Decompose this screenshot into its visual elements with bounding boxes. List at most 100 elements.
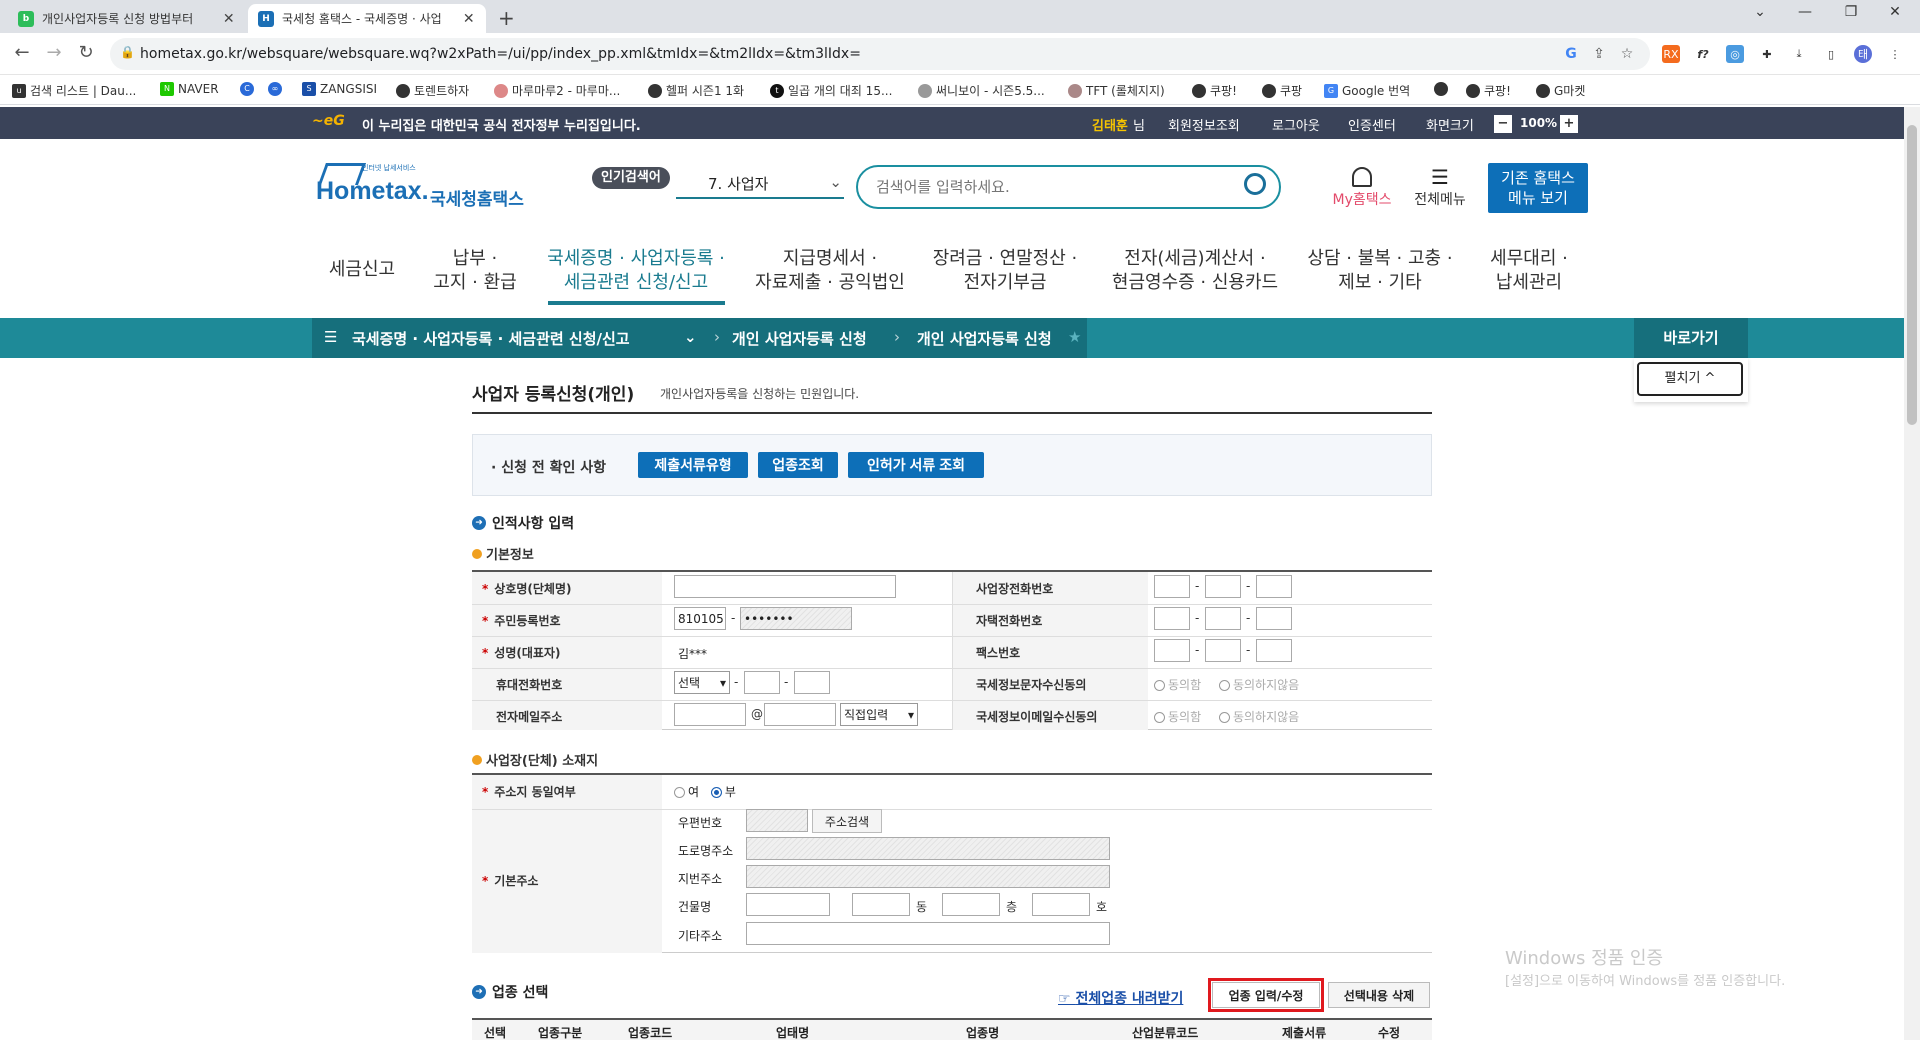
google-translate-icon[interactable]: G	[1560, 46, 1582, 62]
bookmark-item[interactable]: 쿠팡!	[1466, 82, 1511, 99]
gnb-statement[interactable]: 지급명세서 · 자료제출 · 공익법인	[750, 247, 910, 295]
breadcrumb-level1[interactable]: 국세증명 · 사업자등록 · 세금관련 신청/신고	[352, 328, 630, 349]
forward-arrow-icon[interactable]: →	[42, 42, 66, 63]
biz-phone-area-input[interactable]	[1154, 575, 1190, 598]
home-phone-last-input[interactable]	[1256, 607, 1292, 630]
cert-center-link[interactable]: 인증센터	[1348, 115, 1396, 134]
bookmark-item[interactable]	[1434, 82, 1448, 96]
download-all-industries-link[interactable]: ☞ 전체업종 내려받기	[1058, 988, 1183, 1008]
fax-area-input[interactable]	[1154, 639, 1190, 662]
close-tab-icon[interactable]: ✕	[222, 11, 236, 27]
reload-icon[interactable]: ↻	[74, 42, 98, 63]
profile-avatar-icon[interactable]: 태	[1854, 45, 1872, 63]
old-hometax-button[interactable]: 기존 홈택스 메뉴 보기	[1488, 163, 1588, 213]
etc-address-input[interactable]	[746, 922, 1110, 945]
same-yes-radio[interactable]	[674, 787, 685, 798]
building-floor-input[interactable]	[942, 893, 1000, 916]
bookmark-item[interactable]: TFT (롤체지지)	[1068, 82, 1165, 99]
permit-docs-lookup-button[interactable]: 인허가 서류 조회	[848, 452, 984, 478]
delete-selection-button[interactable]: 선택내용 삭제	[1328, 982, 1430, 1008]
expand-button[interactable]: 펼치기 ^	[1637, 362, 1743, 396]
address-search-button[interactable]: 주소검색	[812, 809, 882, 833]
submit-docs-type-button[interactable]: 제출서류유형	[638, 452, 748, 478]
bookmark-item[interactable]: 토렌트하자	[396, 82, 469, 99]
extension-formula-icon[interactable]: f?	[1694, 45, 1712, 63]
industry-lookup-button[interactable]: 업종조회	[758, 452, 838, 478]
member-info-link[interactable]: 회원정보조회	[1168, 115, 1240, 134]
gnb-consulting[interactable]: 상담 · 불복 · 고충 · 제보 · 기타	[1300, 247, 1460, 295]
extensions-puzzle-icon[interactable]: ✚	[1758, 45, 1776, 63]
minimize-icon[interactable]: —	[1790, 4, 1820, 20]
chevron-down-icon[interactable]: ⌄	[684, 328, 697, 346]
mobile-last-input[interactable]	[794, 671, 830, 694]
email-domain-select[interactable]: 직접입력 ▾	[840, 703, 918, 726]
logout-link[interactable]: 로그아웃	[1272, 115, 1320, 134]
bookmark-item[interactable]: 쿠팡!	[1192, 82, 1237, 99]
bookmark-item[interactable]: 헬퍼 시즌1 1화	[648, 82, 744, 99]
gnb-payment[interactable]: 납부 · 고지 · 환급	[420, 247, 530, 295]
industry-edit-button[interactable]: 업종 입력/수정	[1212, 982, 1320, 1008]
back-arrow-icon[interactable]: ←	[10, 42, 34, 63]
bookmark-item[interactable]: ∞	[268, 82, 282, 96]
extension-blue-icon[interactable]: ◎	[1726, 45, 1744, 63]
side-panel-icon[interactable]: ▯	[1822, 45, 1840, 63]
popular-search-dropdown[interactable]: 7. 사업자 ⌄	[676, 169, 844, 199]
gnb-e-invoice[interactable]: 전자(세금)계산서 · 현금영수증 · 신용카드	[1100, 247, 1290, 295]
restore-icon[interactable]: ❐	[1836, 4, 1866, 20]
bookmark-item[interactable]: 마루마루2 - 마루마...	[494, 82, 620, 99]
sms-agree-radio[interactable]	[1154, 680, 1165, 691]
tab-search-chevron-icon[interactable]: ⌄	[1745, 4, 1775, 20]
bookmark-star-icon[interactable]: ☆	[1616, 46, 1638, 62]
same-no-radio[interactable]	[710, 787, 722, 798]
biz-phone-mid-input[interactable]	[1205, 575, 1241, 598]
share-icon[interactable]: ⇪	[1588, 46, 1610, 62]
home-phone-area-input[interactable]	[1154, 607, 1190, 630]
browser-tab-blog[interactable]: b 개인사업자등록 신청 방법부터 ✕	[8, 4, 246, 33]
mobile-prefix-select[interactable]: 선택 ▾	[674, 671, 730, 694]
bookmark-item[interactable]: 써니보이 - 시즌5.5...	[918, 82, 1045, 99]
browser-tab-hometax[interactable]: H 국세청 홈택스 - 국세증명 · 사업 ✕	[248, 4, 486, 33]
zoom-out-minus-icon[interactable]: −	[1494, 115, 1512, 133]
bookmark-item[interactable]: N NAVER	[160, 82, 219, 96]
breadcrumb-level2[interactable]: 개인 사업자등록 신청	[732, 328, 867, 349]
email-disagree-radio[interactable]	[1218, 712, 1230, 723]
building-dong-input[interactable]	[852, 893, 910, 916]
url-omnibox[interactable]: 🔒 hometax.go.kr/websquare/websquare.wq?w…	[110, 38, 1650, 70]
home-phone-mid-input[interactable]	[1205, 607, 1241, 630]
building-name-input[interactable]	[746, 893, 830, 916]
new-tab-plus-icon[interactable]: +	[498, 6, 515, 30]
gnb-tax-report[interactable]: 세금신고	[322, 258, 402, 282]
extension-rx-icon[interactable]: RX	[1662, 45, 1680, 63]
sms-disagree-radio[interactable]	[1218, 680, 1230, 691]
shortcut-button[interactable]: 바로가기	[1634, 318, 1748, 358]
email-agree-radio[interactable]	[1154, 712, 1165, 723]
kebab-menu-icon[interactable]: ⋮	[1886, 45, 1904, 63]
bookmark-item[interactable]: t 일곱 개의 대죄 15...	[770, 82, 892, 99]
bookmark-item[interactable]: u 검색 리스트 | Dau...	[12, 82, 136, 99]
my-hometax-link[interactable]: My홈택스	[1326, 167, 1398, 209]
bookmark-item[interactable]: G Google 번역	[1324, 82, 1410, 99]
email-id-input[interactable]	[674, 703, 746, 726]
gnb-tax-agent[interactable]: 세무대리 · 납세관리	[1474, 247, 1584, 295]
email-domain-input[interactable]	[764, 703, 836, 726]
gnb-incentive[interactable]: 장려금 · 연말정산 · 전자기부금	[930, 247, 1080, 295]
hometax-logo[interactable]: 인터넷 납세서비스 Hometax. 국세청홈택스	[312, 163, 532, 210]
rrn-front-input[interactable]: 810105	[674, 607, 726, 630]
bookmark-item[interactable]: G마켓	[1536, 82, 1585, 99]
bookmark-item[interactable]: C	[240, 82, 254, 96]
bookmark-item[interactable]: 쿠팡	[1262, 82, 1302, 99]
gnb-certificate-registration[interactable]: 국세증명 · 사업자등록 · 세금관련 신청/신고	[544, 247, 728, 295]
search-input[interactable]	[876, 177, 1236, 197]
download-icon[interactable]: ⤓	[1790, 45, 1808, 63]
bookmark-item[interactable]: S ZANGSISI	[302, 82, 377, 96]
zoom-in-plus-icon[interactable]: +	[1560, 115, 1578, 133]
fax-mid-input[interactable]	[1205, 639, 1241, 662]
building-ho-input[interactable]	[1032, 893, 1090, 916]
search-icon[interactable]	[1244, 173, 1266, 195]
scrollbar-thumb[interactable]	[1907, 125, 1917, 425]
mobile-mid-input[interactable]	[744, 671, 780, 694]
fax-last-input[interactable]	[1256, 639, 1292, 662]
all-menu-button[interactable]: ☰ 전체메뉴	[1410, 167, 1470, 209]
menu-lines-icon[interactable]: ☰	[324, 328, 337, 346]
close-tab-icon[interactable]: ✕	[462, 11, 476, 27]
